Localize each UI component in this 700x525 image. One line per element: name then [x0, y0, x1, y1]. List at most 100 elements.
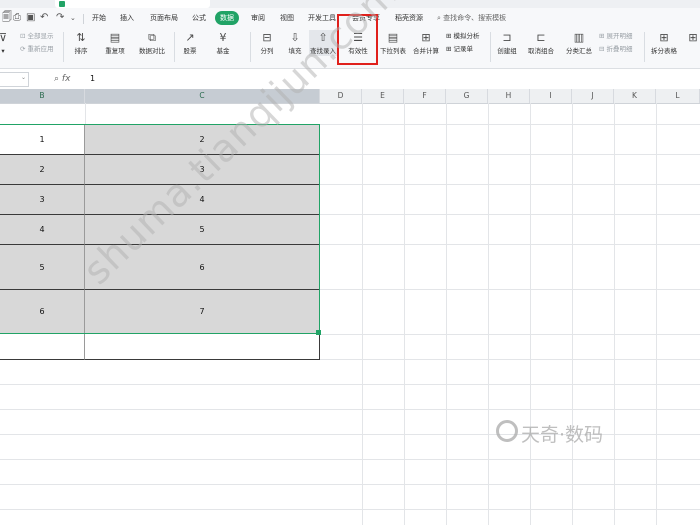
- gridline: [0, 409, 700, 410]
- gridline: [0, 509, 700, 510]
- auto-filter-button[interactable]: ⊽ ▾: [0, 30, 12, 56]
- menu-formulas[interactable]: 公式: [192, 11, 206, 25]
- command-search[interactable]: ⌕ 查找命令、搜索模板: [437, 11, 506, 25]
- create-group-button[interactable]: ⊐ 创建组: [494, 30, 520, 56]
- split-column-icon: ⊟: [262, 31, 272, 44]
- fund-button[interactable]: ¥ 基金: [210, 30, 236, 56]
- column-header-f[interactable]: F: [404, 89, 446, 103]
- show-all-button[interactable]: ⊡ 全部显示: [20, 31, 54, 42]
- chevron-down-icon[interactable]: ⌄: [21, 74, 26, 81]
- gridline: [0, 484, 700, 485]
- split-column-button[interactable]: ⊟ 分列: [255, 30, 279, 56]
- column-header-i[interactable]: I: [530, 89, 572, 103]
- cell-b-5[interactable]: 5: [0, 245, 85, 290]
- sort-icon: ⇅: [76, 31, 86, 44]
- cell-b-6[interactable]: 6: [0, 290, 85, 334]
- print-icon[interactable]: ⎙: [13, 11, 21, 25]
- sort-button[interactable]: ⇅ 排序: [68, 30, 94, 56]
- formula-tools[interactable]: ⌕ fx: [54, 72, 70, 86]
- expand-detail-button[interactable]: ⊞ 展开明细: [599, 31, 633, 42]
- cell-b-4[interactable]: 4: [0, 215, 85, 245]
- merge-table-icon: ⊞: [688, 31, 698, 44]
- gridline: [0, 384, 700, 385]
- menu-page-layout[interactable]: 页面布局: [150, 11, 178, 25]
- column-header-l[interactable]: L: [656, 89, 700, 103]
- ribbon-divider: [250, 32, 251, 62]
- what-if-analysis-button[interactable]: ⊞ 模拟分析: [446, 31, 480, 42]
- filter-icon: ⊽: [0, 31, 8, 44]
- subtotal-button[interactable]: ▥ 分类汇总: [563, 30, 595, 56]
- cell-b-2[interactable]: 2: [0, 155, 85, 185]
- print-preview-icon[interactable]: ▣: [26, 11, 35, 25]
- ribbon-divider: [63, 32, 64, 62]
- column-header-d[interactable]: D: [320, 89, 362, 103]
- ribbon-divider: [490, 32, 491, 62]
- cell-c-6[interactable]: 7: [85, 290, 320, 334]
- gridline: [572, 103, 573, 525]
- cell-b-1[interactable]: 1: [0, 124, 85, 155]
- cell-b-3[interactable]: 3: [0, 185, 85, 215]
- ribbon-divider: [644, 32, 645, 62]
- collapse-detail-button[interactable]: ⊟ 折叠明细: [599, 44, 633, 55]
- gridline: [488, 103, 489, 525]
- cell-b-7[interactable]: [0, 334, 85, 360]
- fund-icon: ¥: [219, 31, 227, 44]
- gridline: [530, 103, 531, 525]
- reapply-button[interactable]: ⟳ 重新应用: [20, 44, 54, 55]
- redo-icon[interactable]: ↷: [56, 11, 64, 25]
- save-icon[interactable]: 🗐: [2, 11, 12, 25]
- duplicates-icon: ▤: [109, 31, 121, 44]
- document-tab[interactable]: [55, 0, 210, 8]
- ungroup-button[interactable]: ⊏ 取消组合: [523, 30, 559, 56]
- ungroup-icon: ⊏: [536, 31, 546, 44]
- menu-divider: [83, 14, 84, 24]
- more-ribbon-button[interactable]: ⊞: [686, 30, 700, 46]
- dropdown-list-button[interactable]: ▤ 下拉列表: [378, 30, 408, 56]
- record-form-button[interactable]: ⊞ 记录单: [446, 44, 473, 55]
- gridline: [404, 103, 405, 525]
- stock-chart-icon: ↗: [185, 31, 195, 44]
- duplicates-button[interactable]: ▤ 重复项: [100, 30, 130, 56]
- column-header-b[interactable]: B: [0, 89, 85, 103]
- gridline: [362, 103, 363, 525]
- formula-bar: ⌄ ⌕ fx 1: [0, 69, 700, 90]
- formula-value[interactable]: 1: [90, 72, 95, 86]
- column-header-e[interactable]: E: [362, 89, 404, 103]
- command-search-placeholder: 查找命令、搜索模板: [443, 14, 507, 22]
- menu-insert[interactable]: 插入: [120, 11, 134, 25]
- menu-home[interactable]: 开始: [92, 11, 106, 25]
- logo-watermark-icon: [496, 420, 518, 442]
- compare-icon: ⧉: [148, 31, 156, 44]
- gridline: [0, 459, 700, 460]
- subtotal-icon: ▥: [573, 31, 585, 44]
- split-table-button[interactable]: ⊞ 拆分表格: [646, 30, 682, 56]
- column-header-g[interactable]: G: [446, 89, 488, 103]
- fill-handle[interactable]: [316, 330, 321, 335]
- sheet-file-icon: [59, 1, 65, 7]
- menu-review[interactable]: 审阅: [251, 11, 265, 25]
- menu-view[interactable]: 视图: [280, 11, 294, 25]
- menu-data[interactable]: 数据: [215, 11, 239, 25]
- column-header-k[interactable]: K: [614, 89, 656, 103]
- fx-icon[interactable]: fx: [62, 74, 71, 84]
- consolidate-icon: ⊞: [421, 31, 431, 44]
- stock-button[interactable]: ↗ 股票: [177, 30, 203, 56]
- undo-icon[interactable]: ↶: [40, 11, 48, 25]
- split-table-icon: ⊞: [659, 31, 669, 44]
- menu-docer[interactable]: 稻壳资源: [395, 11, 423, 25]
- zoom-icon: ⌕: [54, 74, 62, 84]
- quick-access-dropdown-icon[interactable]: ⌄: [70, 11, 76, 25]
- ribbon-divider: [174, 32, 175, 62]
- column-header-j[interactable]: J: [572, 89, 614, 103]
- group-icon: ⊐: [502, 31, 512, 44]
- gridline: [656, 103, 657, 525]
- name-box[interactable]: ⌄: [0, 72, 29, 87]
- consolidate-button[interactable]: ⊞ 合并计算: [411, 30, 441, 56]
- cell-c-7[interactable]: [85, 334, 320, 360]
- gridline: [446, 103, 447, 525]
- column-header-h[interactable]: H: [488, 89, 530, 103]
- logo-watermark-text: 天奇·数码: [521, 424, 604, 446]
- gridline: [614, 103, 615, 525]
- column-header-row: B C D E F G H I J K L: [0, 89, 700, 104]
- data-compare-button[interactable]: ⧉ 数据对比: [134, 30, 170, 56]
